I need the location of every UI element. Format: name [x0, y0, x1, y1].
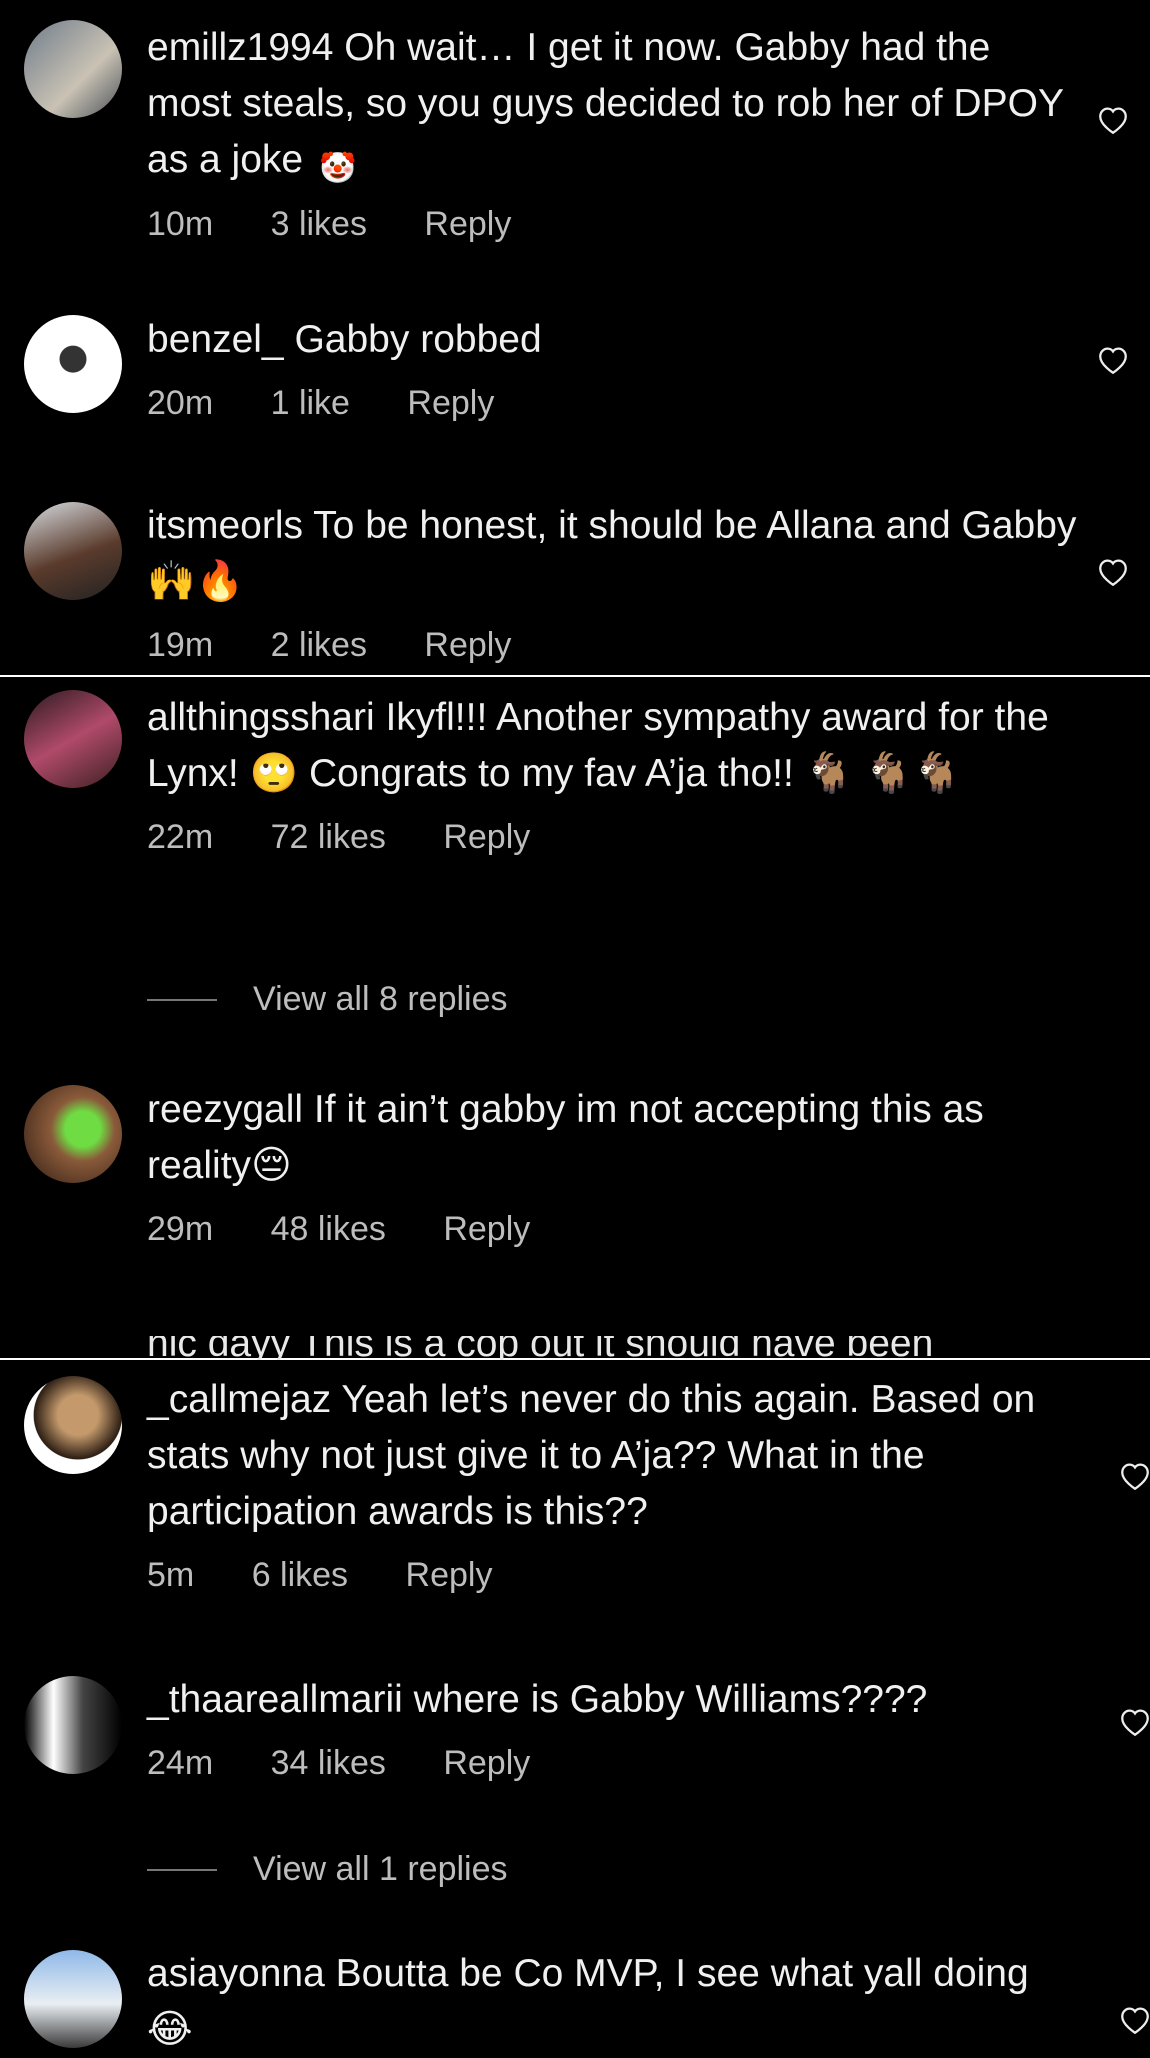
comment-likes[interactable]: 3 likes — [271, 205, 367, 243]
view-replies-button[interactable]: View all 8 replies — [147, 980, 508, 1019]
heart-icon[interactable] — [1096, 104, 1130, 136]
reply-button[interactable]: Reply — [443, 1210, 530, 1248]
comment-meta: 29m 48 likes Reply — [147, 1210, 1077, 1249]
comment-likes[interactable]: 6 likes — [252, 1556, 348, 1594]
comment-username[interactable]: _callmejaz — [147, 1378, 331, 1421]
reply-button[interactable]: Reply — [443, 1744, 530, 1782]
avatar[interactable] — [24, 1376, 122, 1474]
comment-text: Gabby robbed — [294, 318, 542, 361]
clown-emoji: 🤡 — [319, 152, 357, 185]
comment-username[interactable]: _thaareallmarii — [147, 1678, 403, 1721]
comment-username[interactable]: reezygall — [147, 1088, 303, 1131]
comment-meta: 22m 72 likes Reply — [147, 818, 1077, 857]
reply-button[interactable]: Reply — [443, 818, 530, 856]
comment-time: 20m — [147, 384, 214, 422]
comment-username[interactable]: asiayonna — [147, 1952, 325, 1995]
avatar[interactable] — [24, 20, 122, 118]
laughing-emoji: 😂 — [147, 2008, 193, 2051]
heart-icon[interactable] — [1096, 556, 1130, 588]
comment-username[interactable]: emillz1994 — [147, 26, 333, 69]
comment-text: To be honest, it should be Allana and Ga… — [313, 504, 1077, 547]
goat-emoji: 🐐 🐐🐐 — [804, 752, 962, 795]
comment-time: 24m — [147, 1744, 214, 1782]
comment-text: Boutta be Co MVP, I see what yall doing — [335, 1952, 1029, 1995]
replies-divider — [147, 1868, 217, 1871]
reply-button[interactable]: Reply — [424, 626, 511, 664]
cutoff-comment-text: nic dayy This is a cop out it should hav… — [147, 1336, 934, 1360]
comment-time: 29m — [147, 1210, 214, 1248]
avatar[interactable] — [24, 502, 122, 600]
view-replies-button[interactable]: View all 1 replies — [147, 1850, 508, 1889]
comment-time: 19m — [147, 626, 214, 664]
pensive-emoji: 😔 — [251, 1144, 292, 1187]
comment-meta: 20m 1 like Reply — [147, 384, 1077, 423]
comment-meta: 19m 2 likes Reply — [147, 626, 1077, 665]
comment-likes[interactable]: 34 likes — [271, 1744, 386, 1782]
avatar[interactable] — [24, 1085, 122, 1183]
view-replies-label: View all 1 replies — [253, 1850, 508, 1888]
comment-time: 5m — [147, 1556, 195, 1594]
reply-button[interactable]: Reply — [424, 205, 511, 243]
comment-likes[interactable]: 2 likes — [271, 626, 367, 664]
comment-text: where is Gabby Williams???? — [413, 1678, 928, 1721]
heart-icon[interactable] — [1096, 344, 1130, 376]
avatar[interactable] — [24, 1950, 122, 2048]
reply-button[interactable]: Reply — [407, 384, 494, 422]
comment-likes[interactable]: 72 likes — [271, 818, 386, 856]
heart-icon[interactable] — [1118, 1460, 1150, 1492]
comment-likes[interactable]: 1 like — [271, 384, 350, 422]
comment-username[interactable]: allthingsshari — [147, 696, 375, 739]
avatar[interactable] — [24, 1676, 122, 1774]
comment-time: 22m — [147, 818, 214, 856]
avatar[interactable] — [24, 690, 122, 788]
screenshot-seam — [0, 675, 1150, 677]
raised-hands-fire-emoji: 🙌🔥 — [147, 560, 245, 603]
avatar[interactable] — [24, 315, 122, 413]
comment-likes[interactable]: 48 likes — [271, 1210, 386, 1248]
view-replies-label: View all 8 replies — [253, 980, 508, 1018]
reply-button[interactable]: Reply — [406, 1556, 493, 1594]
heart-icon[interactable] — [1118, 1706, 1150, 1738]
replies-divider — [147, 998, 217, 1001]
comment-meta: 24m 34 likes Reply — [147, 1744, 1077, 1783]
comment-username[interactable]: itsmeorls — [147, 504, 303, 547]
comment-meta: 10m 3 likes Reply — [147, 205, 1077, 244]
comment-username[interactable]: benzel_ — [147, 318, 284, 361]
heart-icon[interactable] — [1118, 2004, 1150, 2036]
comment-meta: 5m 6 likes Reply — [147, 1556, 1077, 1595]
comment-time: 10m — [147, 205, 214, 243]
